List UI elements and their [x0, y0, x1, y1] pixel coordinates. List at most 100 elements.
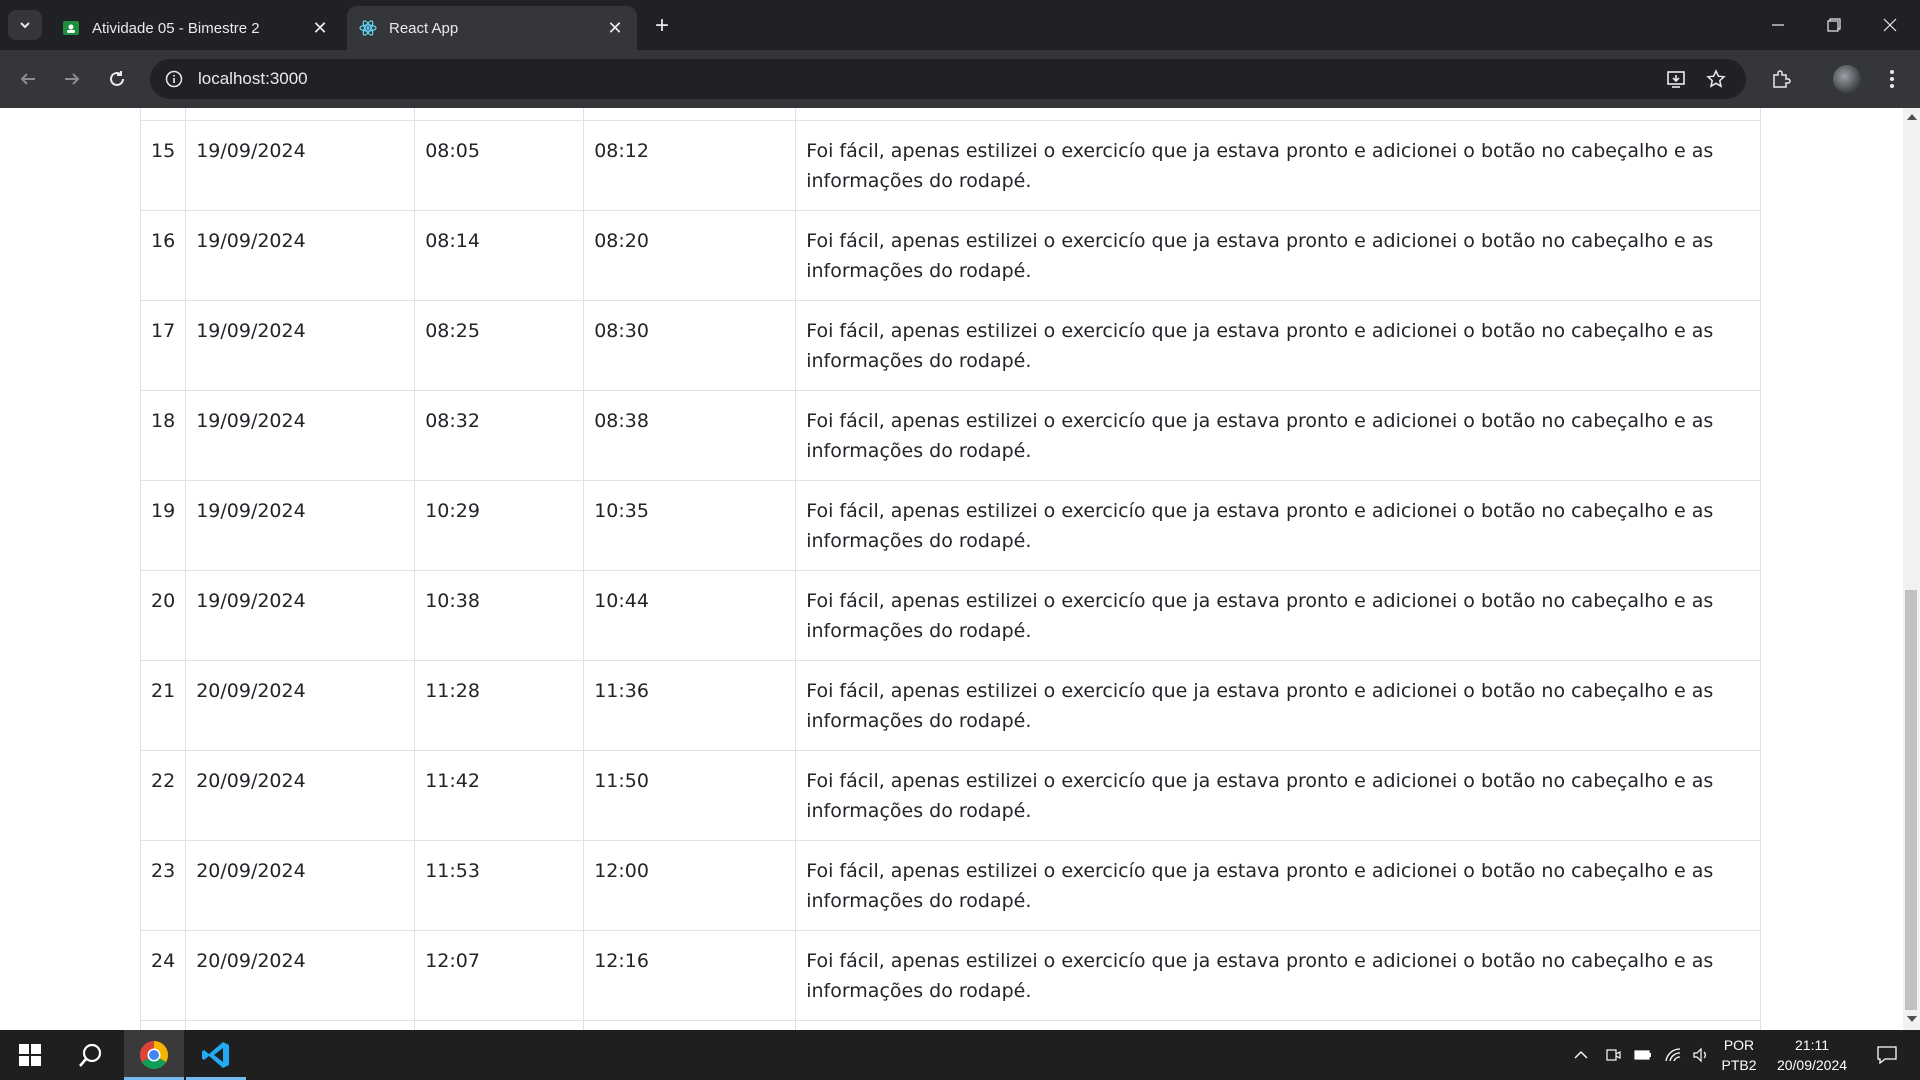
language-code: POR: [1723, 1037, 1755, 1053]
tray-battery[interactable]: [1630, 1030, 1656, 1080]
notification-icon: [1877, 1046, 1897, 1064]
notifications-button[interactable]: [1862, 1030, 1912, 1080]
row-number: 15: [139, 120, 187, 211]
table-row: 2520/09/202417:4019:05Foi fácil de fazer…: [139, 1020, 1761, 1030]
reload-button[interactable]: [101, 63, 133, 95]
page-viewport: informações do rodapé.1519/09/202408:050…: [0, 108, 1903, 1030]
search-icon: [79, 1043, 102, 1067]
chrome-icon: [140, 1041, 168, 1069]
row-end-time: 08:20: [583, 210, 797, 301]
table-row: 20 19/09/2024 10:38 10:44 Foi fácil, apenas …: [139, 570, 1761, 661]
table-row: informações do rodapé.: [139, 108, 1761, 121]
back-button[interactable]: [12, 63, 44, 95]
restore-button[interactable]: [1806, 0, 1862, 50]
arrow-left-icon: [20, 73, 35, 85]
vscode-icon: [202, 1042, 229, 1068]
close-window-button[interactable]: [1862, 0, 1918, 50]
tab-atividade[interactable]: Atividade 05 - Bimestre 2 ✕: [50, 6, 342, 50]
tray-clock[interactable]: 21:11 20/09/2024: [1760, 1030, 1864, 1080]
row-number: 23: [139, 840, 187, 931]
bookmark-button[interactable]: [1700, 63, 1732, 95]
row-number: 19: [139, 480, 187, 571]
tab-title: Atividade 05 - Bimestre 2: [92, 19, 260, 37]
react-icon: [359, 19, 377, 37]
row-description: Foi fácil, apenas estilizei o exercicío …: [795, 390, 1761, 481]
speaker-icon: [1693, 1047, 1706, 1063]
minimize-button[interactable]: [1750, 0, 1806, 50]
profile-avatar[interactable]: [1833, 65, 1861, 93]
taskbar-vscode[interactable]: [186, 1030, 246, 1080]
tray-volume[interactable]: [1688, 1030, 1714, 1080]
input-language-indicator[interactable]: POR PTB2: [1714, 1030, 1764, 1080]
row-start-time: 11:42: [414, 750, 585, 841]
taskbar-search-button[interactable]: [62, 1030, 120, 1080]
row-date: 19/09/2024: [185, 210, 416, 301]
address-bar[interactable]: localhost:3000: [150, 59, 1746, 99]
windows-taskbar: POR PTB2 21:11 20/09/2024: [0, 1030, 1920, 1080]
row-date: [185, 108, 416, 121]
row-date: 20/09/2024: [185, 930, 416, 1021]
row-date: 19/09/2024: [185, 390, 416, 481]
forward-button[interactable]: [56, 63, 88, 95]
row-number: 16: [139, 210, 187, 301]
row-end-time: 12:00: [583, 840, 797, 931]
chevron-up-icon: [1574, 1051, 1588, 1059]
tray-network[interactable]: [1660, 1030, 1686, 1080]
row-start-time: 11:53: [414, 840, 585, 931]
row-description: Foi fácil, apenas estilizei o exercicío …: [795, 300, 1761, 391]
scroll-down-arrow-icon[interactable]: [1907, 1016, 1917, 1022]
battery-icon: [1634, 1050, 1651, 1060]
row-number: 17: [139, 300, 187, 391]
reload-icon: [110, 71, 124, 86]
table-row: 24 20/09/2024 12:07 12:16 Foi fácil, apenas …: [139, 930, 1761, 1021]
browser-menu-button[interactable]: [1876, 63, 1908, 95]
row-description: Foi fácil, apenas estilizei o exercicío …: [795, 660, 1761, 751]
arrow-right-icon: [65, 73, 80, 85]
row-description: Foi fácil, apenas estilizei o exercicío …: [795, 120, 1761, 211]
minimize-icon: [1772, 24, 1784, 26]
row-number: 18: [139, 390, 187, 481]
row-number: 22: [139, 750, 187, 841]
windows-logo-icon: [19, 1044, 41, 1066]
tab-react-app[interactable]: React App ✕: [347, 6, 637, 50]
row-description: Foi fácil, apenas estilizei o exercicío …: [795, 750, 1761, 841]
tab-title: React App: [389, 19, 459, 37]
row-number: 21: [139, 660, 187, 751]
install-app-button[interactable]: [1660, 63, 1692, 95]
tab-search-button[interactable]: [8, 10, 42, 40]
table-row: 19 19/09/2024 10:29 10:35 Foi fácil, apenas …: [139, 480, 1761, 571]
tray-meet[interactable]: [1600, 1030, 1626, 1080]
url-text[interactable]: localhost:3000: [198, 69, 308, 89]
restore-icon: [1827, 18, 1841, 32]
close-tab-icon[interactable]: ✕: [310, 18, 330, 38]
row-description: Foi fácil, apenas estilizei o exercicío …: [795, 210, 1761, 301]
scroll-up-arrow-icon[interactable]: [1907, 114, 1917, 120]
clock-date: 20/09/2024: [1776, 1057, 1848, 1073]
row-end-time: [583, 108, 797, 121]
star-icon: [1706, 69, 1726, 88]
scrollbar-thumb[interactable]: [1905, 590, 1917, 1010]
row-start-time: 08:05: [414, 120, 585, 211]
row-number: [139, 108, 187, 121]
install-icon: [1667, 71, 1685, 88]
site-info-icon[interactable]: [164, 69, 184, 89]
wifi-icon: [1665, 1048, 1681, 1062]
row-end-time: 10:44: [583, 570, 797, 661]
row-description: Foi fácil, apenas estilizei o exercicío …: [795, 570, 1761, 661]
start-button[interactable]: [0, 1030, 60, 1080]
row-end-time: 11:36: [583, 660, 797, 751]
row-start-time: 08:14: [414, 210, 585, 301]
row-number: 20: [139, 570, 187, 661]
new-tab-button[interactable]: +: [648, 12, 676, 40]
row-start-time: 12:07: [414, 930, 585, 1021]
meet-now-icon: [1606, 1049, 1621, 1061]
extensions-button[interactable]: [1765, 63, 1797, 95]
row-start-time: 10:29: [414, 480, 585, 571]
taskbar-chrome[interactable]: [124, 1030, 184, 1080]
google-classroom-icon: [62, 19, 80, 37]
tab-strip: Atividade 05 - Bimestre 2 ✕ React App ✕ …: [0, 0, 1920, 50]
row-end-time: 08:38: [583, 390, 797, 481]
table-row: 15 19/09/2024 08:05 08:12 Foi fácil, apenas …: [139, 120, 1761, 211]
close-tab-icon[interactable]: ✕: [605, 18, 625, 38]
show-hidden-icons-button[interactable]: [1568, 1030, 1594, 1080]
